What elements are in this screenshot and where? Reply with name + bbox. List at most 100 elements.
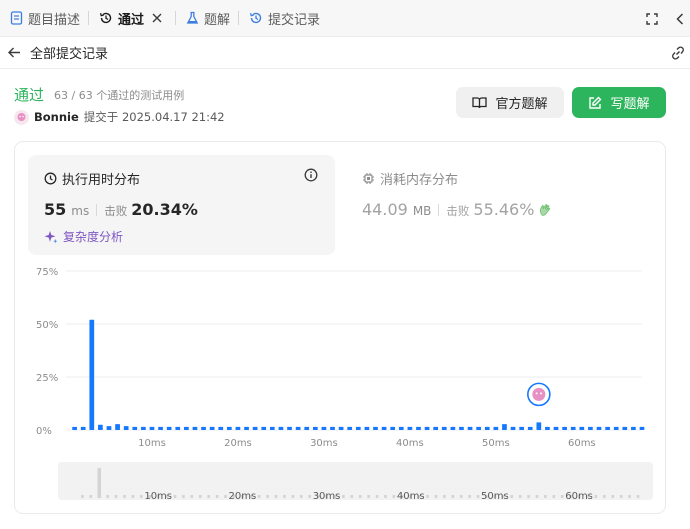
- runtime-value: 55: [44, 200, 67, 219]
- runtime-panel[interactable]: 执行用时分布 55 ms 击败 20.34% 复杂度分析: [28, 155, 335, 255]
- avatar[interactable]: [14, 109, 29, 125]
- bar: [338, 426, 344, 430]
- flask-icon: [186, 11, 199, 24]
- bar: [269, 426, 275, 430]
- official-solution-button[interactable]: 官方题解: [456, 87, 564, 118]
- navigator-bar: [182, 495, 185, 498]
- navigator-bar: [392, 495, 396, 498]
- bar: [519, 426, 525, 430]
- bar: [545, 426, 550, 430]
- x-tick-label: 20ms: [224, 438, 252, 449]
- runtime-beat-value: 20.34%: [131, 200, 198, 219]
- bar: [98, 424, 103, 430]
- x-tick-label: 10ms: [138, 438, 166, 449]
- tab-accepted[interactable]: 通过: [89, 0, 175, 37]
- document-icon: [10, 11, 23, 25]
- bar: [123, 426, 129, 430]
- bar: [252, 426, 258, 430]
- navigator-bar: [198, 495, 202, 498]
- bar: [381, 426, 387, 430]
- bar: [596, 426, 602, 430]
- bar: [484, 426, 490, 430]
- navigator-bar: [443, 495, 446, 498]
- chip-icon: [363, 173, 374, 184]
- runtime-beat-label: 击败: [104, 204, 128, 218]
- bar: [398, 426, 404, 430]
- author-name[interactable]: Bonnie: [34, 110, 79, 124]
- chart-zoom-navigator[interactable]: 10ms 20ms 30ms 40ms 50ms 60ms: [58, 462, 653, 502]
- navigator-bar: [426, 495, 429, 498]
- y-tick-label: 50%: [36, 320, 58, 331]
- tab-solutions[interactable]: 题解: [176, 0, 238, 37]
- navigator-bar: [140, 495, 143, 498]
- info-icon[interactable]: [304, 168, 318, 182]
- clock-icon: [44, 172, 57, 185]
- bar: [80, 426, 86, 430]
- x-tick-label: 50ms: [482, 438, 510, 449]
- bar: [330, 426, 335, 430]
- close-icon[interactable]: [152, 13, 162, 23]
- bar: [226, 426, 232, 430]
- bar: [278, 426, 284, 430]
- bar: [459, 426, 464, 430]
- memory-title: 消耗内存分布: [380, 173, 459, 188]
- tab-description[interactable]: 题目描述: [0, 0, 88, 37]
- bar: [433, 426, 439, 430]
- memory-beat-value: 55.46%: [473, 200, 535, 219]
- bar: [235, 426, 241, 430]
- memory-panel[interactable]: 消耗内存分布 44.09 MB 击败 55.46%: [362, 155, 652, 255]
- navigator-bar: [215, 495, 219, 498]
- bar: [450, 426, 456, 430]
- navigator-bar: [434, 495, 438, 498]
- all-submissions-link[interactable]: 全部提交记录: [30, 43, 108, 62]
- bar: [441, 426, 447, 430]
- testcase-summary: 63 / 63 个通过的测试用例: [54, 89, 185, 102]
- tab-label: 通过: [118, 12, 145, 28]
- navigator-bar: [619, 495, 623, 498]
- link-icon[interactable]: [670, 45, 686, 61]
- edit-icon: [589, 96, 602, 109]
- bar: [493, 426, 499, 430]
- submitted-time: 提交于 2025.04.17 21:42: [83, 110, 225, 124]
- navigator-bar: [468, 495, 471, 498]
- chevron-left-icon[interactable]: [676, 12, 684, 25]
- complexity-label: 复杂度分析: [63, 230, 124, 244]
- book-icon: [472, 97, 488, 109]
- y-tick-label: 75%: [36, 267, 58, 278]
- official-solution-label: 官方题解: [495, 97, 548, 112]
- navigator-chart: 10ms 20ms 30ms 40ms 50ms 60ms: [81, 468, 640, 502]
- bar: [115, 424, 120, 430]
- write-solution-button[interactable]: 写题解: [572, 87, 666, 118]
- tab-submissions[interactable]: 提交记录: [239, 0, 328, 37]
- divider: [96, 203, 98, 216]
- memory-value: 44.09: [362, 200, 408, 219]
- runtime-title: 执行用时分布: [62, 173, 141, 188]
- tab-label: 提交记录: [268, 12, 321, 28]
- bar: [218, 426, 224, 430]
- bar: [295, 426, 301, 430]
- x-tick-label: 40ms: [396, 438, 424, 449]
- bar: [536, 422, 542, 430]
- bar: [261, 426, 267, 430]
- runtime-distribution-chart[interactable]: 75% 50% 25% 0% 10ms 20ms 30ms 40ms 50ms 60ms: [14, 260, 654, 450]
- submission-status: 通过: [14, 86, 45, 104]
- navigator-bar: [459, 495, 463, 498]
- arrow-left-icon[interactable]: [8, 47, 21, 58]
- complexity-analysis-link[interactable]: 复杂度分析: [44, 228, 123, 245]
- navigator-bar: [367, 495, 370, 498]
- my-submission-marker: [527, 382, 551, 407]
- bar: [141, 426, 146, 430]
- bar: [72, 426, 77, 430]
- submission-author-row: Bonnie 提交于 2025.04.17 21:42: [14, 109, 225, 125]
- bar: [287, 426, 292, 430]
- sparkle-icon: [44, 230, 58, 243]
- tab-label: 题目描述: [28, 12, 81, 28]
- navigator-bar: [611, 495, 615, 498]
- navigator-bar: [190, 495, 194, 498]
- fullscreen-icon[interactable]: [646, 12, 658, 25]
- bar: [106, 426, 112, 430]
- write-solution-label: 写题解: [610, 97, 650, 112]
- clap-icon: [540, 203, 551, 216]
- navigator-bar: [274, 495, 278, 498]
- bar: [183, 426, 189, 430]
